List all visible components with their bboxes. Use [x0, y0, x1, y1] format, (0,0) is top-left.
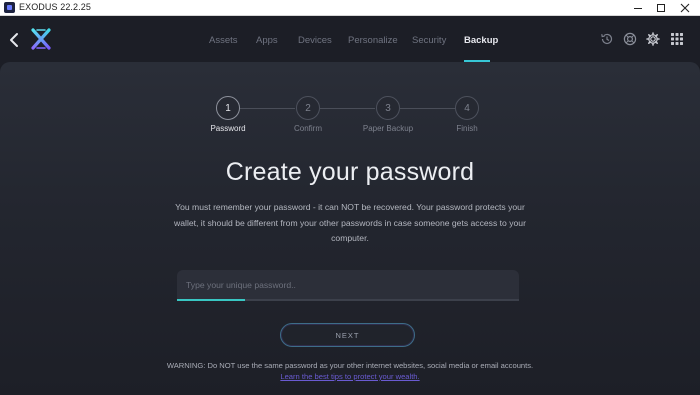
step-2-circle: 2: [296, 96, 320, 120]
window-title-bar: EXODUS 22.2.25: [0, 0, 700, 16]
password-strength-bar: [177, 299, 519, 301]
step-1-label: Password: [210, 124, 246, 133]
backup-panel: 1 2 3 4 Password Confirm Paper Backup Fi…: [0, 62, 700, 395]
window-title: EXODUS 22.2.25: [19, 2, 91, 12]
tab-apps[interactable]: Apps: [256, 35, 278, 46]
password-description: You must remember your password - it can…: [174, 202, 526, 243]
security-tips-link[interactable]: Learn the best tips to protect your weal…: [0, 372, 700, 381]
page-title: Create your password: [225, 158, 475, 186]
step-3-circle: 3: [376, 96, 400, 120]
maximize-icon: [657, 4, 665, 12]
step-connector: [320, 107, 375, 109]
password-input[interactable]: [177, 270, 519, 300]
maximize-button[interactable]: [649, 0, 673, 16]
next-button[interactable]: NEXT: [280, 323, 415, 347]
app-header: Assets Apps Devices Personalize Security…: [0, 16, 700, 66]
password-warning: WARNING: Do NOT use the same password as…: [166, 361, 534, 370]
main-nav: Assets Apps Devices Personalize Security…: [0, 16, 700, 66]
step-3-label: Paper Backup: [362, 124, 414, 133]
apps-grid-icon[interactable]: [670, 32, 684, 46]
exodus-app-icon: [4, 2, 15, 13]
password-field-container: [177, 270, 519, 300]
support-icon[interactable]: [623, 32, 637, 46]
tab-devices[interactable]: Devices: [298, 35, 332, 46]
minimize-button[interactable]: [626, 0, 650, 16]
settings-gear-icon[interactable]: [646, 32, 660, 46]
step-2-label: Confirm: [293, 124, 322, 133]
minimize-icon: [634, 7, 642, 9]
tab-security[interactable]: Security: [412, 35, 446, 46]
step-connector: [400, 107, 455, 109]
password-strength-fill: [177, 299, 246, 301]
close-icon: [680, 3, 690, 13]
step-4-label: Finish: [456, 124, 478, 133]
tab-personalize[interactable]: Personalize: [348, 35, 398, 46]
step-1-circle: 1: [216, 96, 240, 120]
step-4-circle: 4: [455, 96, 479, 120]
tab-backup[interactable]: Backup: [464, 35, 498, 46]
history-icon[interactable]: [600, 32, 614, 46]
close-button[interactable]: [673, 0, 697, 16]
backup-stepper: 1 2 3 4 Password Confirm Paper Backup Fi…: [0, 62, 700, 142]
step-connector: [240, 107, 295, 109]
tab-assets[interactable]: Assets: [209, 35, 238, 46]
